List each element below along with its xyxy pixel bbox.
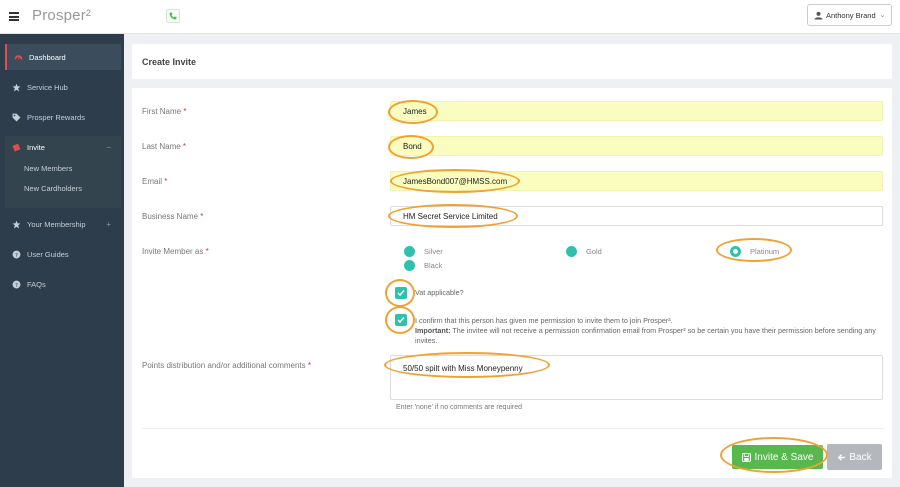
back-button[interactable]: Back bbox=[827, 444, 882, 470]
business-name-input[interactable]: HM Secret Service Limited bbox=[390, 206, 883, 226]
expand-toggle[interactable]: + bbox=[106, 220, 111, 229]
collapse-toggle[interactable]: − bbox=[106, 143, 111, 152]
page-title: Create Invite bbox=[142, 57, 197, 67]
radio-gold[interactable] bbox=[566, 246, 577, 257]
invite-save-button[interactable]: Invite & Save bbox=[732, 445, 823, 469]
radio-label-gold: Gold bbox=[586, 247, 602, 256]
sidebar-item-label: Prosper Rewards bbox=[27, 112, 85, 122]
sidebar-item-label: FAQs bbox=[27, 279, 46, 289]
question-icon: ? bbox=[11, 249, 21, 259]
sidebar: Dashboard Service Hub Prosper Rewards In… bbox=[0, 34, 124, 487]
page-header: Create Invite bbox=[132, 44, 892, 79]
comments-label: Points distribution and/or additional co… bbox=[142, 361, 312, 370]
business-name-label: Business Name * bbox=[142, 212, 204, 221]
top-bar: Prosper² Anthony Brand ⌄ bbox=[0, 0, 900, 34]
sidebar-item-user-guides[interactable]: ? User Guides bbox=[5, 241, 121, 267]
sidebar-item-label: User Guides bbox=[27, 249, 69, 259]
email-input[interactable]: JamesBond007@HMSS.com bbox=[390, 171, 883, 191]
ticket-icon bbox=[11, 142, 21, 152]
radio-label-platinum: Platinum bbox=[750, 247, 780, 256]
user-menu-button[interactable]: Anthony Brand ⌄ bbox=[807, 4, 892, 26]
radio-black[interactable] bbox=[404, 260, 415, 271]
important-note: Important: The invitee will not receive … bbox=[415, 326, 876, 345]
permission-text: I confirm that this person has given me … bbox=[415, 316, 885, 346]
invite-member-as-label: Invite Member as * bbox=[142, 247, 209, 256]
sidebar-subitem-new-cardholders[interactable]: New Cardholders bbox=[24, 184, 82, 193]
vat-checkbox[interactable] bbox=[395, 287, 407, 299]
radio-platinum[interactable] bbox=[730, 246, 741, 257]
email-label: Email * bbox=[142, 177, 168, 186]
last-name-label: Last Name * bbox=[142, 142, 187, 151]
last-name-input[interactable]: Bond bbox=[390, 136, 883, 156]
sidebar-item-service-hub[interactable]: Service Hub bbox=[5, 74, 121, 100]
sidebar-item-dashboard[interactable]: Dashboard bbox=[5, 44, 121, 70]
permission-checkbox[interactable] bbox=[395, 314, 407, 326]
chevron-down-icon: ⌄ bbox=[879, 12, 886, 19]
sidebar-item-label: Your Membership bbox=[27, 219, 86, 229]
vat-label: Vat applicable? bbox=[415, 288, 464, 297]
tag-icon bbox=[11, 112, 21, 122]
confirm-statement: I confirm that this person has given me … bbox=[415, 316, 673, 325]
radio-label-silver: Silver bbox=[424, 247, 443, 256]
invite-form: First Name * James Last Name * Bond Emai… bbox=[132, 88, 892, 478]
first-name-input[interactable]: James bbox=[390, 101, 883, 121]
sidebar-subitem-new-members[interactable]: New Members bbox=[24, 164, 72, 173]
save-icon bbox=[741, 452, 751, 462]
star-icon bbox=[11, 82, 21, 92]
sidebar-item-label: Service Hub bbox=[27, 82, 68, 92]
radio-label-black: Black bbox=[424, 261, 443, 270]
sidebar-item-prosper-rewards[interactable]: Prosper Rewards bbox=[5, 104, 121, 130]
menu-icon[interactable] bbox=[9, 12, 19, 21]
first-name-label: First Name * bbox=[142, 107, 187, 116]
app-logo[interactable]: Prosper² bbox=[32, 7, 91, 24]
check-icon bbox=[397, 317, 405, 324]
arrow-left-icon bbox=[838, 453, 846, 461]
comments-textarea[interactable]: 50/50 spilt with Miss Moneypenny bbox=[390, 355, 883, 400]
user-icon bbox=[814, 11, 823, 19]
dashboard-icon bbox=[13, 52, 23, 62]
check-icon bbox=[397, 290, 405, 297]
sidebar-item-faqs[interactable]: ? FAQs bbox=[5, 271, 121, 297]
divider bbox=[142, 428, 884, 429]
user-name: Anthony Brand bbox=[826, 10, 876, 20]
svg-text:?: ? bbox=[15, 282, 18, 288]
sidebar-item-invite[interactable]: Invite − bbox=[5, 134, 121, 160]
radio-silver[interactable] bbox=[404, 246, 415, 257]
sidebar-item-label: Invite bbox=[27, 142, 45, 152]
comments-hint: Enter 'none' if no comments are required bbox=[396, 404, 523, 411]
sidebar-item-label: Dashboard bbox=[29, 52, 66, 62]
phone-icon[interactable] bbox=[166, 9, 180, 23]
star-icon bbox=[11, 219, 21, 229]
sidebar-item-your-membership[interactable]: Your Membership + bbox=[5, 211, 121, 237]
svg-text:?: ? bbox=[15, 252, 18, 258]
question-icon: ? bbox=[11, 279, 21, 289]
